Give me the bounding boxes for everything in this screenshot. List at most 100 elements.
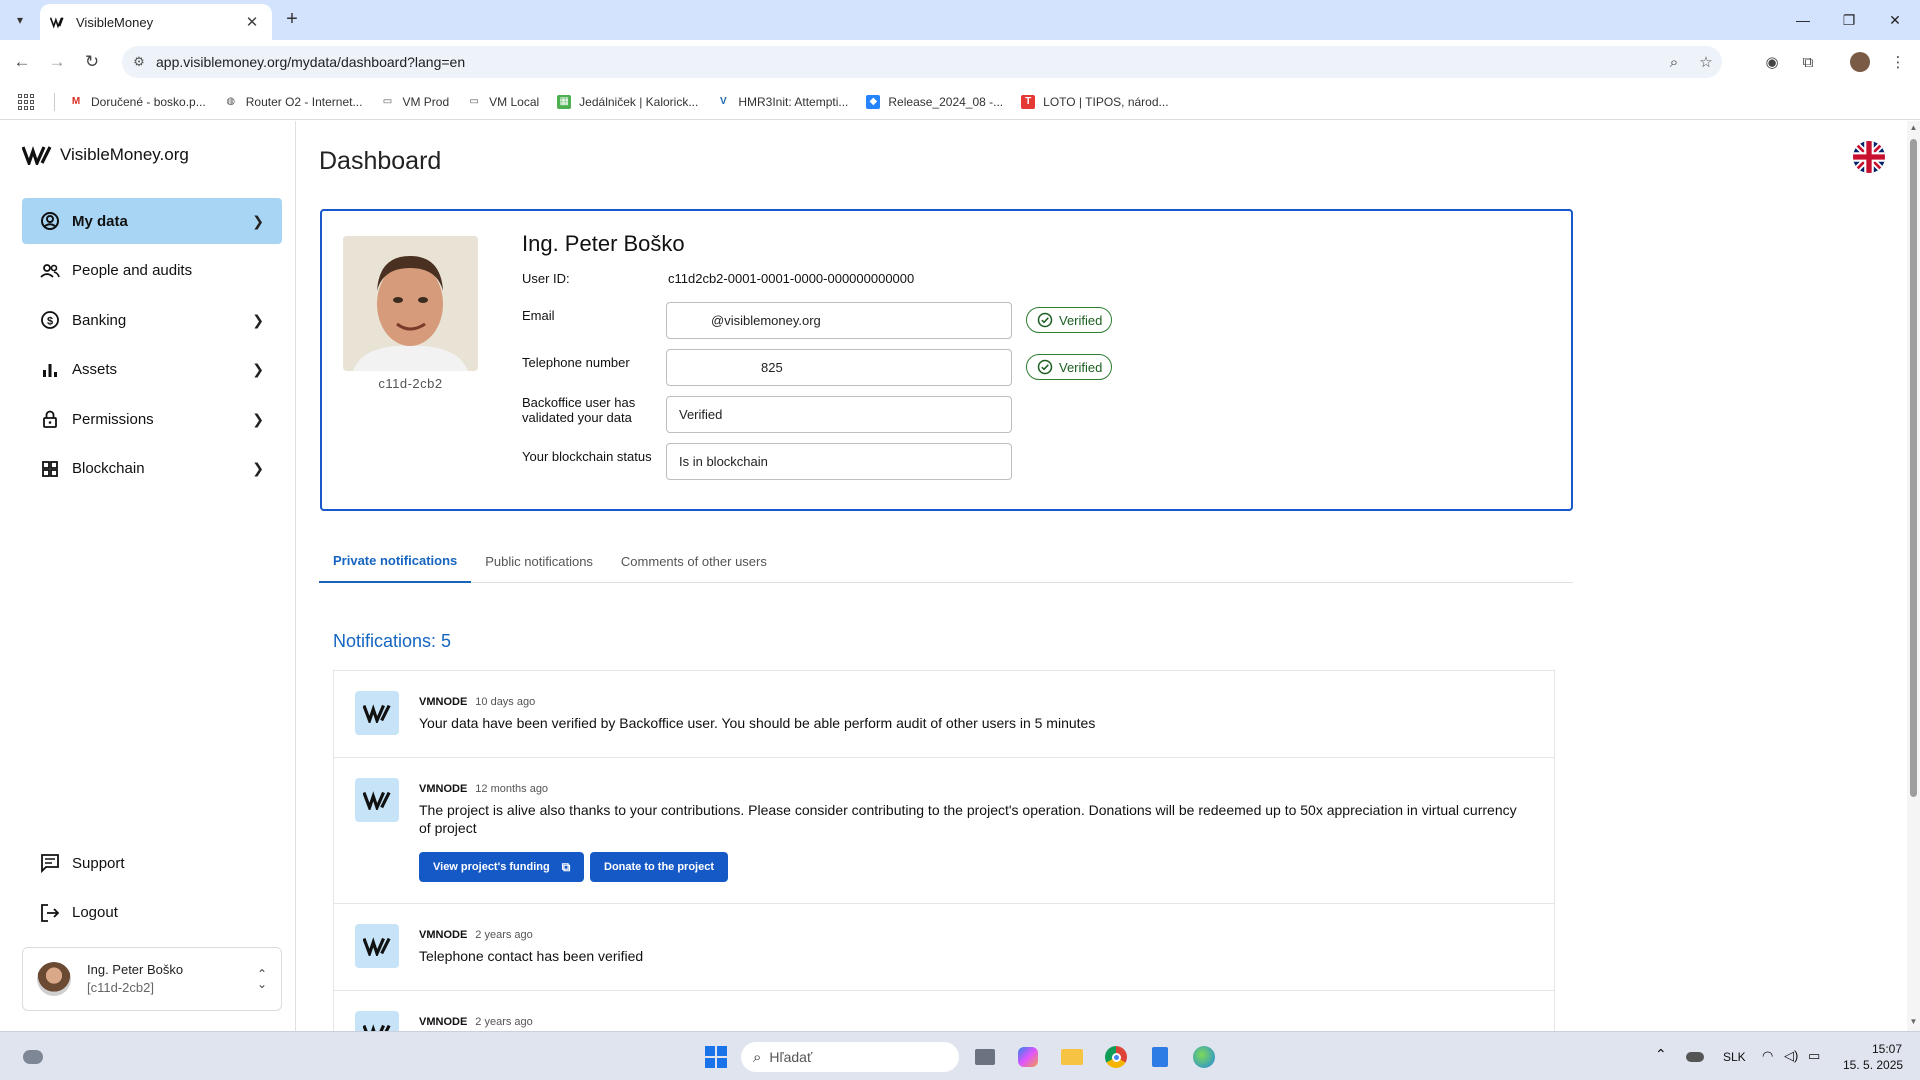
view-funding-button[interactable]: View project's funding ⧉ <box>419 852 585 882</box>
button-label: Donate to the project <box>604 861 715 873</box>
bookmarks-separator <box>54 92 55 111</box>
battery-icon[interactable]: ▭ <box>1808 1048 1820 1064</box>
wifi-icon[interactable]: ◠ <box>1762 1048 1773 1064</box>
sidebar-item-banking[interactable]: $ Banking ❯ <box>22 297 282 343</box>
taskbar-search-input[interactable]: ⌕ Hľadať <box>741 1042 959 1072</box>
bookmark-star-icon[interactable]: ☆ <box>1690 53 1722 71</box>
folder-icon: ▭ <box>469 96 479 107</box>
telephone-field-value: 825 <box>761 360 783 375</box>
restore-icon[interactable]: ❐ <box>1826 0 1872 40</box>
notification-sender: VMNODE <box>419 929 468 941</box>
task-view-icon[interactable] <box>972 1044 998 1070</box>
bookmark-item[interactable]: ▭ VM Prod <box>380 95 449 109</box>
bookmark-item[interactable]: ▭ VM Local <box>467 95 539 109</box>
sidebar-item-support[interactable]: Support <box>22 840 282 886</box>
sidebar-item-permissions[interactable]: Permissions ❯ <box>22 396 282 442</box>
browser-globe-icon[interactable] <box>1191 1044 1217 1070</box>
brand-logo[interactable]: VisibleMoney.org <box>22 145 189 165</box>
uk-flag-icon[interactable] <box>1853 141 1885 173</box>
input-language[interactable]: SLK <box>1723 1050 1746 1064</box>
blockchain-status-label: Your blockchain status <box>522 449 652 464</box>
scrollbar-thumb[interactable] <box>1910 139 1917 797</box>
zoom-icon[interactable]: ⌕ <box>1658 54 1690 71</box>
notification-text: Telephone contact has been verified <box>419 948 644 964</box>
sidebar-item-label: Banking <box>72 311 127 329</box>
file-explorer-icon[interactable] <box>1059 1044 1085 1070</box>
chevron-right-icon: ❯ <box>252 212 264 229</box>
close-window-icon[interactable]: ✕ <box>1872 0 1918 40</box>
bookmark-item[interactable]: ◍ Router O2 - Internet... <box>224 95 362 109</box>
notifications-count: Notifications: 5 <box>333 631 452 651</box>
forward-icon[interactable]: → <box>43 48 71 76</box>
notification-time: 10 days ago <box>475 696 536 708</box>
extensions-puzzle-icon[interactable]: ⧉ <box>1796 50 1820 74</box>
page-scrollbar[interactable]: ▲ ▼ <box>1907 121 1920 1031</box>
notepad-icon[interactable] <box>1147 1044 1173 1070</box>
address-bar[interactable]: ⚙ app.visiblemoney.org/mydata/dashboard?… <box>122 46 1722 78</box>
notification-text: Your data have been verified by Backoffi… <box>419 715 1096 731</box>
telephone-field[interactable]: 825 <box>666 349 1012 386</box>
check-circle-icon <box>1037 312 1053 328</box>
browser-tab-visiblemoney[interactable]: VisibleMoney ✕ <box>40 4 272 40</box>
copilot-icon[interactable] <box>1015 1044 1041 1070</box>
sidebar-item-my-data[interactable]: My data ❯ <box>22 198 282 244</box>
extension-icon[interactable]: ◉ <box>1760 50 1784 74</box>
chevron-right-icon: ❯ <box>252 410 264 427</box>
clock-date[interactable]: 15. 5. 2025 <box>1843 1058 1903 1072</box>
logout-icon <box>40 903 60 923</box>
minimize-icon[interactable]: — <box>1780 0 1826 40</box>
chrome-icon[interactable] <box>1103 1044 1129 1070</box>
notification-text: The project is alive also thanks to your… <box>419 802 1517 836</box>
lock-icon <box>40 409 60 429</box>
sidebar-item-logout[interactable]: Logout <box>22 890 282 936</box>
notification-time: 2 years ago <box>475 929 533 941</box>
donate-button[interactable]: Donate to the project <box>590 852 729 882</box>
scroll-up-icon[interactable]: ▲ <box>1909 123 1918 132</box>
tab-close-icon[interactable]: ✕ <box>242 13 262 31</box>
bookmark-item[interactable]: M Doručené - bosko.p... <box>69 95 206 109</box>
volume-icon[interactable]: ◁) <box>1784 1048 1798 1064</box>
backoffice-status-value: Verified <box>679 407 723 422</box>
tipos-icon: T <box>1021 94 1036 109</box>
tray-overflow-icon[interactable]: ⌃ <box>1655 1046 1667 1063</box>
address-url[interactable]: app.visiblemoney.org/mydata/dashboard?la… <box>156 54 1658 70</box>
sidebar-item-label: Logout <box>72 904 118 921</box>
sidebar-item-assets[interactable]: Assets ❯ <box>22 347 282 393</box>
tab-public-notifications[interactable]: Public notifications <box>471 539 607 583</box>
bookmark-item[interactable]: T LOTO | TIPOS, národ... <box>1021 94 1169 109</box>
sidebar-item-people-and-audits[interactable]: People and audits <box>22 248 282 294</box>
browser-menu-icon[interactable]: ⋮ <box>1886 50 1910 74</box>
main-content: Dashboard c11d-2cb2 Ing. Peter Boško Use… <box>297 121 1907 1031</box>
weather-icon[interactable] <box>20 1044 46 1070</box>
clock-time[interactable]: 15:07 <box>1872 1042 1902 1056</box>
list-item: VMNODE 2 years ago Telephone contact has … <box>334 904 1554 991</box>
tab-private-notifications[interactable]: Private notifications <box>319 539 472 583</box>
scroll-down-icon[interactable]: ▼ <box>1909 1017 1918 1026</box>
notification-header: VMNODE 12 months ago <box>419 783 548 795</box>
email-field[interactable]: @visiblemoney.org <box>666 302 1012 339</box>
expand-collapse-icon[interactable]: ⌃ ⌄ <box>257 968 267 990</box>
reload-icon[interactable]: ↻ <box>78 48 106 76</box>
profile-avatar-icon[interactable] <box>1848 50 1872 74</box>
chevron-right-icon: ❯ <box>252 460 264 476</box>
bookmark-item[interactable]: V HMR3Init: Attempti... <box>716 95 848 109</box>
site-info-icon[interactable]: ⚙ <box>122 54 156 70</box>
user-account-switcher[interactable]: Ing. Peter Boško [c11d-2cb2] ⌃ ⌄ <box>22 947 282 1011</box>
bookmark-item[interactable]: ▦ Jedálniček | Kalorick... <box>557 94 698 109</box>
tab-search-dropdown-icon[interactable]: ▾ <box>6 6 34 34</box>
bookmark-item[interactable]: ◆ Release_2024_08 -... <box>866 94 1003 109</box>
new-tab-icon[interactable]: + <box>280 8 304 32</box>
sidebar-item-blockchain[interactable]: Blockchain ❯ <box>22 446 282 492</box>
notification-header: VMNODE 2 years ago <box>419 1016 533 1028</box>
onedrive-icon[interactable] <box>1682 1044 1708 1070</box>
tab-comments-of-other-users[interactable]: Comments of other users <box>607 539 781 583</box>
bookmarks-bar: M Doručené - bosko.p... ◍ Router O2 - Inte… <box>0 84 1920 120</box>
email-field-value: @visiblemoney.org <box>711 313 821 328</box>
list-item: VMNODE 12 months ago The project is alive… <box>334 758 1554 904</box>
back-icon[interactable]: ← <box>8 48 36 76</box>
windows-start-icon[interactable] <box>703 1044 729 1070</box>
apps-grid-icon[interactable] <box>18 93 34 110</box>
notification-sender: VMNODE <box>419 696 468 708</box>
account-circle-icon <box>40 211 60 231</box>
search-icon: ⌕ <box>753 1048 762 1066</box>
